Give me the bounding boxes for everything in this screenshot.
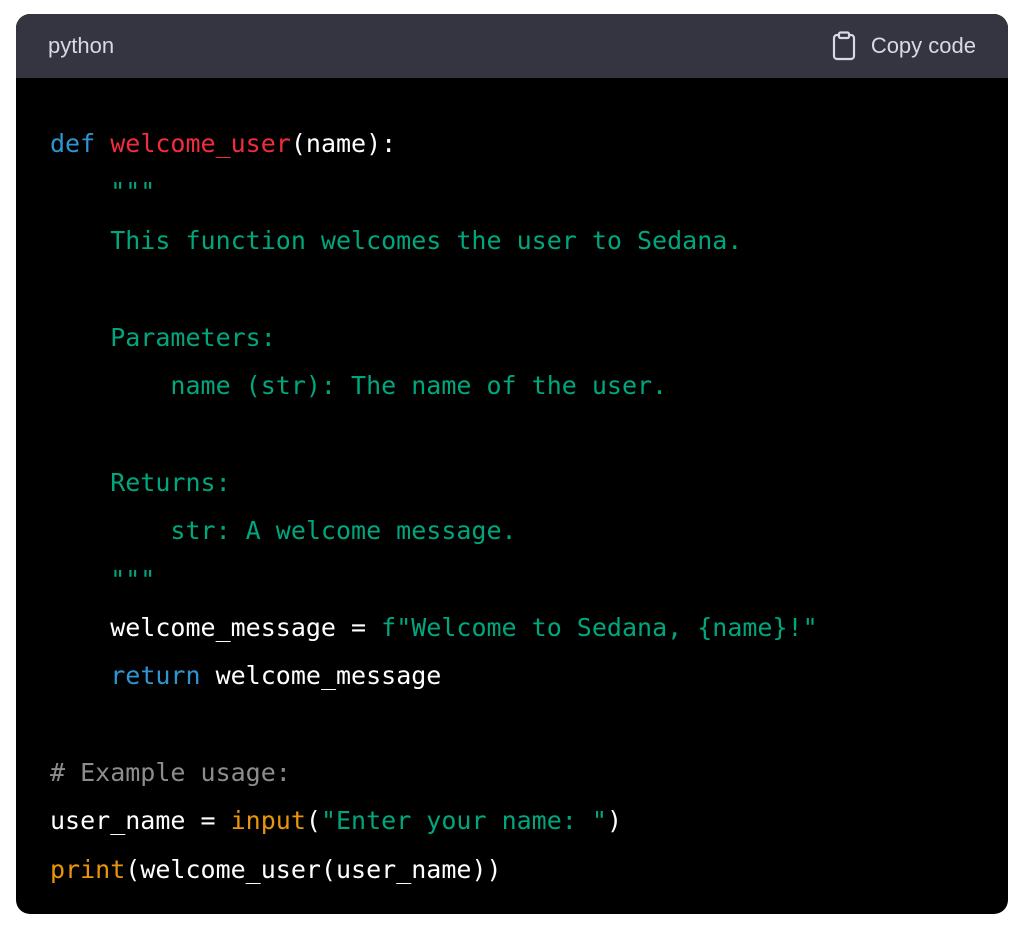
code-line: def welcome_user(name):	[50, 120, 974, 168]
code-token: welcome_message =	[50, 612, 382, 642]
code-token: welcome_message	[200, 661, 442, 691]
code-line: Parameters:	[50, 314, 974, 362]
code-token: Returns:	[50, 467, 231, 497]
code-token: "Enter your name: "	[320, 806, 607, 836]
code-line: user_name = input("Enter your name: ")	[50, 797, 974, 845]
code-line: Returns:	[50, 459, 974, 507]
code-token: # Example usage:	[50, 758, 291, 788]
code-token: """	[50, 564, 156, 594]
code-token: input	[230, 806, 306, 836]
code-header: python Copy code	[16, 14, 1008, 78]
code-token: (welcome_user(user_name))	[125, 854, 502, 884]
code-token: welcome_user	[110, 129, 291, 158]
code-line: print(welcome_user(user_name))	[50, 846, 974, 894]
code-token: user_name =	[50, 806, 231, 836]
code-token: This function welcomes the user to Sedan…	[50, 225, 743, 255]
code-token: """	[50, 177, 156, 207]
code-content: def welcome_user(name): """ This functio…	[16, 78, 1008, 894]
code-line: This function welcomes the user to Sedan…	[50, 217, 974, 265]
code-token: def	[50, 129, 96, 158]
code-line: name (str): The name of the user.	[50, 362, 974, 410]
code-token: str: A welcome message.	[50, 516, 517, 546]
code-line: """	[50, 556, 974, 604]
code-token: (	[305, 806, 321, 836]
code-line: # Example usage:	[50, 749, 974, 797]
code-token: f"Welcome to Sedana, {name}!"	[381, 612, 818, 642]
copy-code-label: Copy code	[870, 33, 976, 58]
code-token: (name):	[290, 129, 397, 158]
code-token: Parameters:	[50, 322, 276, 352]
code-token: print	[50, 854, 126, 884]
code-line: return welcome_message	[50, 652, 974, 700]
code-line: """	[50, 168, 974, 216]
code-line: str: A welcome message.	[50, 507, 974, 555]
code-token: name (str): The name of the user.	[50, 370, 668, 400]
language-label: python	[48, 33, 115, 58]
code-line: welcome_message = f"Welcome to Sedana, {…	[50, 604, 974, 652]
code-token: return	[110, 661, 201, 691]
clipboard-icon	[831, 31, 857, 61]
code-block: python Copy code def welcome_user(name):…	[16, 14, 1008, 914]
code-token: )	[606, 806, 622, 836]
copy-code-button[interactable]: Copy code	[831, 31, 976, 61]
